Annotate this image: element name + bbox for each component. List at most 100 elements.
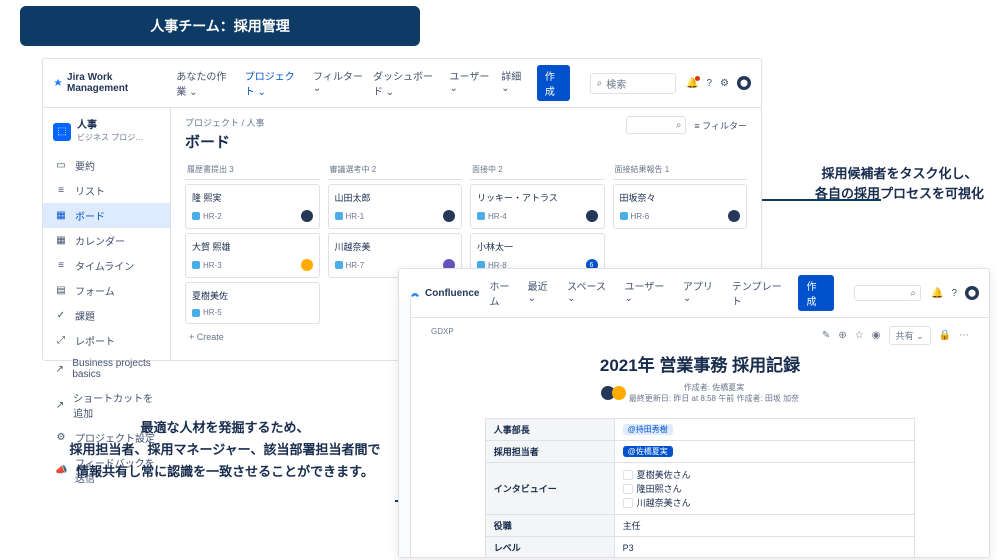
sidebar-item[interactable]: ▤フォーム bbox=[43, 278, 170, 303]
board-search[interactable]: ⌕ bbox=[626, 116, 686, 134]
nav-item[interactable]: スペース ⌄ bbox=[567, 278, 614, 308]
sidebar-icon: ↗ bbox=[55, 364, 64, 375]
confluence-window: Confluence ホーム最近 ⌄ スペース ⌄ ユーザー ⌄ アプリ ⌄ テンプレー… bbox=[398, 268, 990, 558]
issue-key: HR-7 bbox=[335, 261, 365, 270]
jira-nav: あなたの作業 ⌄ プロジェクト ⌄ フィルター ⌄ ダッシュボード ⌄ ユーザー ⌄ 詳細… bbox=[176, 68, 526, 98]
nav-item[interactable]: 詳細 ⌄ bbox=[501, 68, 527, 98]
watch-icon[interactable]: ◉ bbox=[872, 330, 881, 341]
create-button[interactable]: 作成 bbox=[537, 65, 570, 101]
comment-icon[interactable]: ⊕ bbox=[838, 330, 846, 341]
nav-item[interactable]: あなたの作業 ⌄ bbox=[176, 68, 234, 98]
breadcrumb[interactable]: プロジェクト / 人事 bbox=[185, 116, 265, 129]
card[interactable]: 隆 熙実 HR-2 bbox=[185, 184, 320, 229]
sidebar-icon: ▭ bbox=[55, 160, 67, 171]
sidebar-item[interactable]: ↗ショートカットを追加 bbox=[43, 385, 170, 425]
nav-item[interactable]: 最近 ⌄ bbox=[528, 278, 558, 308]
more-icon[interactable]: ⋯ bbox=[959, 330, 969, 341]
header-banner: 人事チーム：採用管理 bbox=[20, 6, 420, 46]
card[interactable]: 山田太郎 HR-1 bbox=[328, 184, 463, 229]
nav-item[interactable]: ユーザー ⌄ bbox=[625, 278, 673, 308]
sidebar-item[interactable]: ▦カレンダー bbox=[43, 228, 170, 253]
search-input[interactable]: ⌕ 検索 bbox=[590, 73, 676, 94]
page-meta: 作成者: 佐橋夏実 最終更新日: 昨日 at 8:58 午前 作成者: 田坂 加… bbox=[431, 382, 969, 404]
mention-tag[interactable]: @佐橋夏実 bbox=[623, 446, 673, 457]
sidebar-icon: ✓ bbox=[55, 310, 67, 321]
bell-icon[interactable]: 🔔 bbox=[686, 78, 698, 89]
column-header: 履歴書提出 3 bbox=[185, 160, 320, 180]
sidebar-item[interactable]: ≡リスト bbox=[43, 178, 170, 203]
issue-key: HR-6 bbox=[620, 212, 650, 221]
nav-item[interactable]: テンプレート bbox=[732, 278, 789, 308]
sidebar-item[interactable]: 📣フィードバックを送信 bbox=[43, 450, 170, 490]
nav-item[interactable]: プロジェクト ⌄ bbox=[245, 68, 303, 98]
sidebar-item[interactable]: ⚙プロジェクト設定 bbox=[43, 425, 170, 450]
connector-line bbox=[741, 199, 881, 201]
table-row: インタビュイー夏樹美佐さん隆田熙さん川越奈美さん bbox=[485, 463, 914, 515]
nav-item[interactable]: ホーム bbox=[489, 278, 517, 308]
gear-icon[interactable]: ⚙ bbox=[720, 78, 729, 89]
issue-key: HR-5 bbox=[192, 308, 222, 317]
bell-icon[interactable]: 🔔 bbox=[931, 288, 943, 299]
nav-item[interactable]: ユーザー ⌄ bbox=[450, 68, 492, 98]
issue-key: HR-1 bbox=[335, 212, 365, 221]
project-header[interactable]: ⬚ 人事 ビジネス プロジ… bbox=[43, 116, 170, 153]
assignee-avatar[interactable] bbox=[443, 210, 455, 222]
sidebar-icon: ≡ bbox=[55, 185, 67, 196]
sidebar-item[interactable]: ✓課題 bbox=[43, 303, 170, 328]
conf-sidebar-collapsed[interactable] bbox=[399, 299, 411, 557]
avatar[interactable]: ⬤ bbox=[965, 286, 979, 300]
table-row: 役職主任 bbox=[485, 515, 914, 537]
sidebar-icon: ↗ bbox=[55, 400, 65, 411]
page-actions: ✎ ⊕ ☆ ◉ 共有 ⌄ 🔒 ⋯ bbox=[822, 326, 969, 345]
column-header: 面接結果報告 1 bbox=[613, 160, 748, 180]
create-card[interactable]: + Create bbox=[185, 328, 320, 346]
jira-sidebar: ⬚ 人事 ビジネス プロジ… ▭要約≡リスト▦ボード▦カレンダー≡タイムライン▤… bbox=[43, 108, 171, 360]
sidebar-item[interactable]: ▦ボード bbox=[43, 203, 170, 228]
edit-icon[interactable]: ✎ bbox=[822, 330, 830, 341]
properties-table: 人事部長@持田秀樹採用担当者@佐橋夏実インタビュイー夏樹美佐さん隆田熙さん川越奈… bbox=[485, 418, 915, 557]
sidebar-item[interactable]: ▭要約 bbox=[43, 153, 170, 178]
card[interactable]: 大賀 熙雄 HR-3 bbox=[185, 233, 320, 278]
nav-item[interactable]: フィルター ⌄ bbox=[313, 68, 363, 98]
sidebar-item[interactable]: ↗Business projects basics bbox=[43, 353, 170, 385]
confluence-logo[interactable]: Confluence bbox=[409, 287, 479, 299]
avatar[interactable]: ⬤ bbox=[737, 76, 751, 90]
assignee-avatar[interactable] bbox=[301, 210, 313, 222]
conf-nav: ホーム最近 ⌄ スペース ⌄ ユーザー ⌄ アプリ ⌄ テンプレート bbox=[489, 278, 788, 308]
nav-item[interactable]: ダッシュボード ⌄ bbox=[373, 68, 440, 98]
nav-item[interactable]: アプリ ⌄ bbox=[683, 278, 722, 308]
star-icon[interactable]: ☆ bbox=[855, 330, 864, 341]
assignee-avatar[interactable] bbox=[586, 210, 598, 222]
help-icon[interactable]: ? bbox=[706, 78, 712, 89]
column-header: 面接中 2 bbox=[470, 160, 605, 180]
sidebar-item[interactable]: ≡タイムライン bbox=[43, 253, 170, 278]
project-icon: ⬚ bbox=[53, 123, 71, 141]
topbar-icons: 🔔 ? ⚙ ⬤ bbox=[686, 76, 751, 90]
search-input[interactable]: ⌕ bbox=[854, 285, 921, 301]
card[interactable]: 田坂奈々 HR-6 bbox=[613, 184, 748, 229]
sidebar-item[interactable]: ⤢レポート bbox=[43, 328, 170, 353]
table-row: 採用担当者@佐橋夏実 bbox=[485, 441, 914, 463]
issue-key: HR-3 bbox=[192, 261, 222, 270]
filter-button[interactable]: ≡ フィルター bbox=[694, 119, 747, 132]
checkbox-item[interactable]: 隆田熙さん bbox=[623, 482, 907, 495]
card[interactable]: リッキー・アトラス HR-4 bbox=[470, 184, 605, 229]
sidebar-icon: 📣 bbox=[55, 465, 67, 476]
sidebar-icon: ▤ bbox=[55, 285, 67, 296]
card[interactable]: 夏樹美佐 HR-5 bbox=[185, 282, 320, 324]
checkbox-item[interactable]: 川越奈美さん bbox=[623, 496, 907, 509]
jira-logo[interactable]: Jira Work Management bbox=[53, 72, 158, 94]
sidebar-icon: ⤢ bbox=[55, 335, 67, 346]
mention-tag[interactable]: @持田秀樹 bbox=[623, 424, 673, 435]
lock-icon[interactable]: 🔒 bbox=[939, 330, 951, 341]
checkbox-item[interactable]: 夏樹美佐さん bbox=[623, 468, 907, 481]
space-crumb[interactable]: GDXP bbox=[431, 327, 454, 336]
assignee-avatar[interactable] bbox=[728, 210, 740, 222]
help-icon[interactable]: ? bbox=[951, 288, 957, 299]
assignee-avatar[interactable] bbox=[301, 259, 313, 271]
board-column: 履歴書提出 3 隆 熙実 HR-2 大賀 熙雄 HR-3 夏樹美佐 HR-5 +… bbox=[185, 160, 320, 346]
create-button[interactable]: 作成 bbox=[798, 275, 833, 311]
callout-top: 採用候補者をタスク化し、各自の採用プロセスを可視化 bbox=[815, 164, 984, 203]
share-button[interactable]: 共有 ⌄ bbox=[889, 326, 931, 345]
sidebar-icon: ▦ bbox=[55, 235, 67, 246]
